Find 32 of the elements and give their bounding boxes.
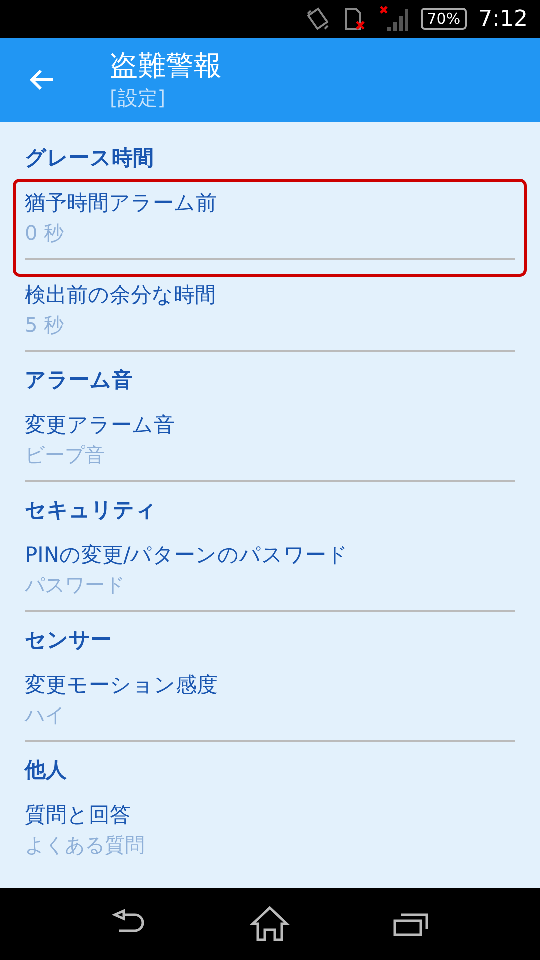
- setting-item[interactable]: 変更アラーム音 ビープ音: [25, 404, 515, 496]
- setting-title: 猶予時間アラーム前: [25, 190, 218, 217]
- sim-card-icon: [343, 6, 368, 32]
- section-header: グレース時間: [25, 145, 155, 172]
- vibrate-icon: [305, 6, 332, 32]
- setting-summary: よくある質問: [25, 832, 146, 859]
- app-subtitle: [設定]: [110, 85, 167, 112]
- setting-item[interactable]: PINの変更/パターンのパスワード パスワード: [25, 534, 515, 626]
- setting-title: 変更モーション感度: [25, 672, 219, 699]
- setting-summary: 0 秒: [25, 220, 66, 247]
- setting-item[interactable]: 検出前の余分な時間 5 秒: [25, 274, 515, 366]
- setting-summary: ハイ: [25, 702, 66, 729]
- setting-item[interactable]: 質問と回答 よくある質問: [25, 794, 515, 860]
- signal-icon: [379, 5, 410, 33]
- section-header: アラーム音: [25, 367, 134, 394]
- section-header: セキュリティ: [25, 497, 158, 524]
- setting-title: 質問と回答: [25, 802, 132, 829]
- battery-indicator: 70%: [421, 8, 467, 30]
- setting-title: 検出前の余分な時間: [25, 282, 217, 309]
- setting-summary: パスワード: [25, 572, 126, 599]
- setting-title: PINの変更/パターンのパスワード: [25, 542, 350, 569]
- setting-title: 変更アラーム音: [25, 412, 176, 439]
- back-arrow-icon: [29, 69, 55, 91]
- app-title: 盗難警報: [110, 48, 222, 84]
- setting-summary: ビープ音: [25, 442, 106, 469]
- section-header: センサー: [25, 627, 113, 654]
- home-icon: [250, 906, 290, 942]
- setting-summary: 5 秒: [25, 312, 66, 339]
- clock: 7:12: [478, 6, 528, 34]
- section-header: 他人: [25, 757, 68, 784]
- setting-item[interactable]: 変更モーション感度 ハイ: [25, 664, 515, 756]
- setting-item[interactable]: 猶予時間アラーム前 0 秒: [16, 182, 524, 274]
